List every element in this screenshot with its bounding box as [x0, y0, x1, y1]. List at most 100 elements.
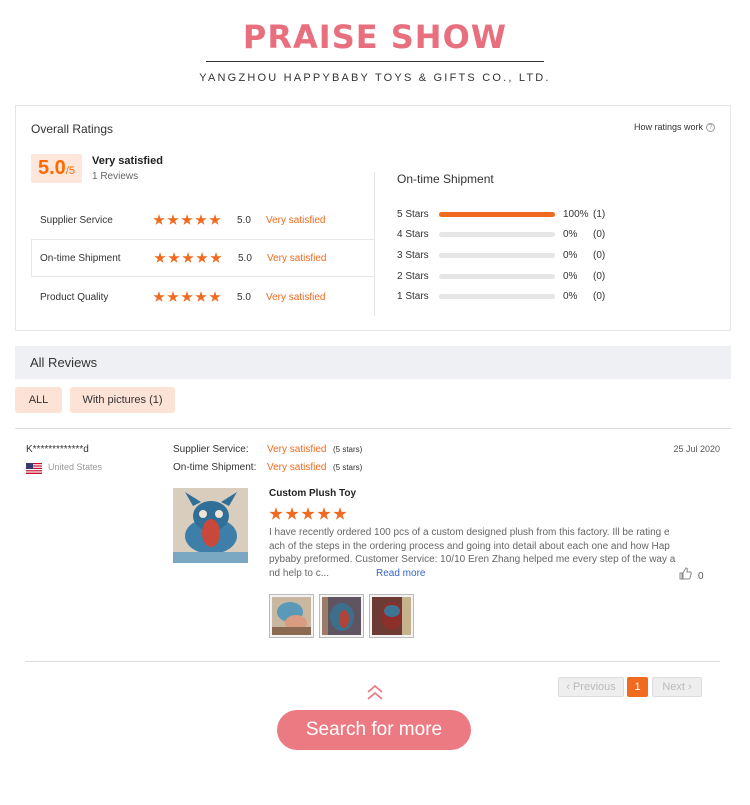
- product-image[interactable]: [173, 488, 248, 563]
- supplier-service-stars: (5 stars): [333, 445, 363, 454]
- distribution-percent: 100%: [563, 208, 589, 220]
- section-divider: [374, 172, 375, 316]
- supplier-service-label: Supplier Service:: [173, 444, 249, 455]
- category-stars: [153, 291, 237, 303]
- overall-ratings-card: Overall Ratings How ratings work ? 5.0/5…: [15, 105, 731, 331]
- distribution-bar-fill: [439, 211, 555, 217]
- title-divider: [206, 61, 544, 62]
- review-stars: [269, 507, 349, 521]
- distribution-percent: 0%: [563, 270, 578, 282]
- overall-ratings-title: Overall Ratings: [31, 122, 114, 136]
- previous-label: Previous: [572, 681, 616, 693]
- review-divider: [25, 661, 720, 662]
- reviews-count: 1 Reviews: [92, 171, 139, 182]
- star-icon: [154, 252, 166, 263]
- star-icon: [168, 252, 180, 263]
- distribution-count: (0): [593, 229, 606, 241]
- star-icon: [167, 214, 179, 225]
- filter-with-pictures-button[interactable]: With pictures (1): [70, 387, 175, 413]
- category-text: Very satisfied: [266, 291, 326, 303]
- distribution-title: On-time Shipment: [397, 172, 494, 186]
- distribution-count: (0): [593, 249, 606, 261]
- category-stars: [153, 214, 237, 226]
- shipment-stars: (5 stars): [333, 463, 363, 472]
- review-text: I have recently ordered 100 pcs of a cus…: [269, 526, 689, 580]
- category-label: Product Quality: [40, 291, 109, 303]
- review-text-line: nd help to c...: [269, 567, 330, 579]
- distribution-row: 2 Stars 0% (0): [397, 266, 637, 287]
- supplier-service-value: Very satisfied: [267, 444, 327, 455]
- review-photo-thumbnail[interactable]: [369, 594, 414, 638]
- double-chevron-up-icon[interactable]: [365, 683, 385, 703]
- reviewer-name: K*************d: [26, 444, 89, 455]
- category-text: Very satisfied: [266, 214, 326, 226]
- score-value: 5.0: [38, 157, 66, 179]
- score-max: /5: [65, 165, 75, 177]
- category-label: On-time Shipment: [40, 252, 121, 264]
- chevron-right-icon: ›: [688, 681, 692, 693]
- review-text-line: pybaby preformed. Customer Service: 10/1…: [269, 554, 676, 565]
- star-icon: [153, 291, 165, 302]
- category-value: 5.0: [238, 252, 252, 264]
- category-row-on-time-shipment[interactable]: On-time Shipment 5.0 Very satisfied: [31, 239, 375, 277]
- shipment-value: Very satisfied: [267, 462, 327, 473]
- shipment-label: On-time Shipment:: [173, 462, 257, 473]
- distribution-bar: [439, 232, 555, 238]
- star-icon: [210, 252, 222, 263]
- distribution-count: (1): [593, 208, 606, 220]
- distribution-list: 5 Stars 100% (1) 4 Stars 0% (0) 3 Stars 0% (0) 2 …: [397, 204, 637, 307]
- review-text-line: I have recently ordered 100 pcs of a cus…: [269, 527, 670, 538]
- distribution-label: 2 Stars: [397, 270, 429, 282]
- thumbs-up-icon: [679, 567, 692, 585]
- review-photo-thumbnail[interactable]: [319, 594, 364, 638]
- distribution-percent: 0%: [563, 229, 578, 241]
- star-icon: [195, 291, 207, 302]
- star-icon: [269, 507, 283, 520]
- score-badge: 5.0/5: [31, 154, 82, 183]
- read-more-link[interactable]: Read more: [376, 567, 425, 581]
- star-icon: [209, 291, 221, 302]
- product-name: Custom Plush Toy: [269, 488, 357, 499]
- previous-page-button[interactable]: ‹ Previous: [558, 677, 624, 697]
- next-label: Next: [662, 681, 685, 693]
- review-photo-thumbnail[interactable]: [269, 594, 314, 638]
- distribution-bar: [439, 273, 555, 279]
- search-for-more-button[interactable]: Search for more: [277, 710, 471, 750]
- star-icon: [285, 507, 299, 520]
- star-icon: [182, 252, 194, 263]
- overall-summary: Very satisfied: [92, 155, 163, 167]
- distribution-bar: [439, 252, 555, 258]
- distribution-label: 1 Stars: [397, 291, 429, 303]
- star-icon: [301, 507, 315, 520]
- company-name: YANGZHOU HAPPYBABY TOYS & GIFTS CO., LTD…: [199, 72, 551, 84]
- distribution-bar: [439, 294, 555, 300]
- distribution-row: 5 Stars 100% (1): [397, 204, 637, 225]
- next-page-button[interactable]: Next ›: [652, 677, 702, 697]
- distribution-percent: 0%: [563, 291, 578, 303]
- like-count: 0: [698, 570, 704, 582]
- distribution-row: 3 Stars 0% (0): [397, 245, 637, 266]
- category-value: 5.0: [237, 291, 251, 303]
- review-text-line: ach of the steps in the ordering process…: [269, 540, 670, 552]
- page-title: PRAISE SHOW: [242, 18, 508, 56]
- all-reviews-bar: All Reviews: [15, 346, 731, 379]
- star-icon: [153, 214, 165, 225]
- distribution-percent: 0%: [563, 249, 578, 261]
- filter-all-button[interactable]: ALL: [15, 387, 62, 413]
- category-row-product-quality: Product Quality 5.0 Very satisfied: [31, 278, 375, 316]
- star-icon: [167, 291, 179, 302]
- star-icon: [181, 291, 193, 302]
- distribution-row: 1 Stars 0% (0): [397, 286, 637, 307]
- us-flag-icon: [26, 461, 42, 474]
- category-row-supplier-service: Supplier Service 5.0 Very satisfied: [31, 201, 375, 239]
- page-1-button[interactable]: 1: [627, 677, 648, 697]
- review-item: K*************d United States Supplier S…: [0, 428, 750, 661]
- star-icon: [195, 214, 207, 225]
- review-date: 25 Jul 2020: [673, 444, 720, 454]
- how-ratings-label: How ratings work: [633, 122, 703, 132]
- how-ratings-work-link[interactable]: How ratings work ?: [634, 122, 715, 132]
- like-button[interactable]: 0: [679, 567, 704, 585]
- distribution-label: 5 Stars: [397, 208, 429, 220]
- star-icon: [181, 214, 193, 225]
- distribution-row: 4 Stars 0% (0): [397, 225, 637, 246]
